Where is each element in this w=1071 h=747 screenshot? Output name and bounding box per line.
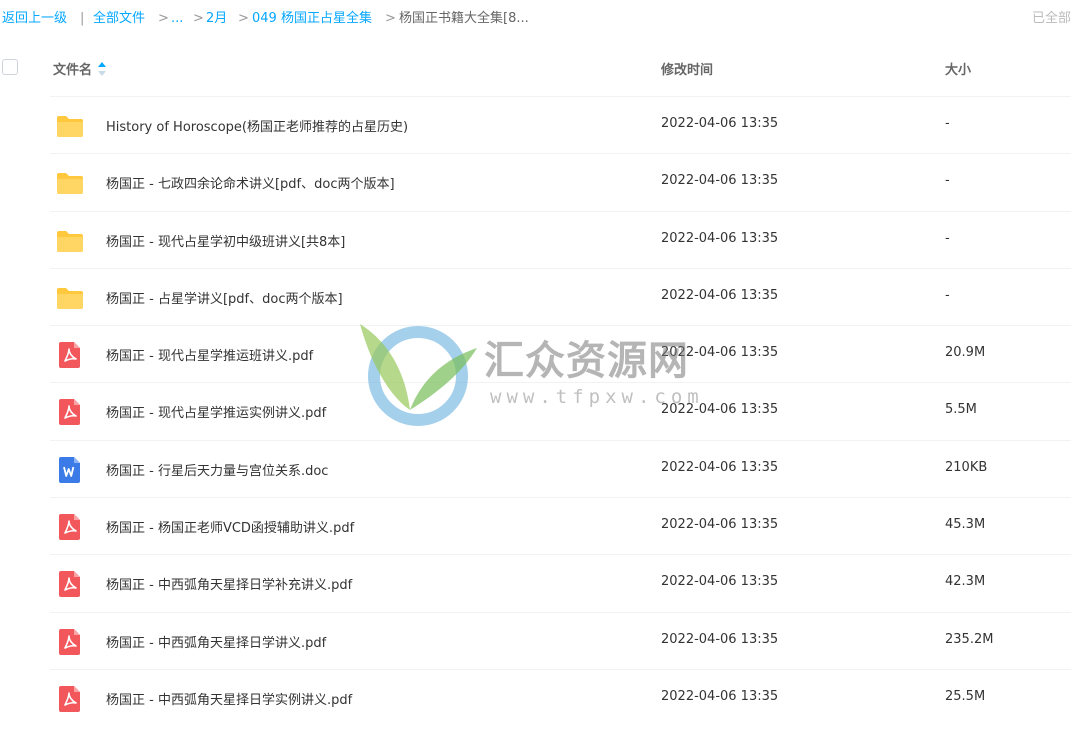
file-name[interactable]: 杨国正 - 中西弧角天星择日学实例讲义.pdf — [106, 689, 352, 708]
file-size: 42.3M — [945, 574, 986, 590]
time-column-header[interactable]: 修改时间 — [661, 59, 713, 78]
doc-icon — [56, 456, 84, 484]
table-header: 文件名 修改时间 大小 — [0, 50, 1071, 86]
modified-time: 2022-04-06 13:35 — [661, 631, 779, 647]
file-size: - — [945, 173, 950, 189]
breadcrumb-divider: | — [80, 11, 85, 26]
selected-count: 已全部 — [1031, 11, 1071, 26]
file-size: 5.5M — [945, 402, 977, 418]
breadcrumb-arrow: > — [238, 11, 249, 26]
breadcrumb-month[interactable]: 2月 — [206, 9, 227, 29]
breadcrumb-all-files[interactable]: 全部文件 — [93, 9, 145, 29]
back-link[interactable]: 返回上一级 — [2, 9, 67, 29]
file-size: - — [945, 287, 950, 303]
modified-time: 2022-04-06 13:35 — [661, 345, 779, 361]
pdf-icon — [56, 513, 84, 541]
file-name[interactable]: 杨国正 - 现代占星学初中级班讲义[共8本] — [106, 231, 345, 250]
name-column-header[interactable]: 文件名 — [53, 59, 107, 78]
sort-icon[interactable] — [98, 61, 107, 76]
table-row[interactable]: 杨国正 - 七政四余论命术讲义[pdf、doc两个版本] 2022-04-06 1… — [50, 153, 1071, 210]
folder-icon — [56, 112, 84, 140]
folder-icon — [56, 227, 84, 255]
breadcrumb-arrow: > — [385, 11, 396, 26]
modified-time: 2022-04-06 13:35 — [661, 116, 779, 131]
modified-time: 2022-04-06 13:35 — [661, 574, 779, 590]
table-row[interactable]: 杨国正 - 现代占星学初中级班讲义[共8本] 2022-04-06 13:35 - — [50, 210, 1071, 268]
folder-icon — [56, 169, 84, 197]
table-row[interactable]: 杨国正 - 占星学讲义[pdf、doc两个版本] 2022-04-06 13:35… — [50, 267, 1071, 325]
modified-time: 2022-04-06 13:35 — [661, 402, 779, 418]
breadcrumb-ellipsis[interactable]: ... — [171, 9, 183, 29]
pdf-icon — [56, 685, 84, 713]
file-name[interactable]: 杨国正 - 七政四余论命术讲义[pdf、doc两个版本] — [106, 173, 395, 192]
file-size: 25.5M — [945, 688, 986, 704]
file-size: 210KB — [945, 459, 988, 475]
pdf-icon — [56, 398, 84, 426]
breadcrumb-current: 杨国正书籍大全集[8... — [399, 11, 529, 26]
modified-time: 2022-04-06 13:35 — [661, 459, 779, 475]
file-name[interactable]: History of Horoscope(杨国正老师推荐的占星历史) — [106, 116, 408, 135]
pdf-icon — [56, 341, 84, 369]
table-row[interactable]: 杨国正 - 杨国正老师VCD函授辅助讲义.pdf 2022-04-06 13:35… — [50, 497, 1071, 554]
file-name[interactable]: 杨国正 - 现代占星学推运班讲义.pdf — [106, 345, 313, 364]
table-row[interactable]: 杨国正 - 中西弧角天星择日学讲义.pdf 2022-04-06 13:35 235… — [50, 611, 1071, 669]
table-row[interactable]: 杨国正 - 中西弧角天星择日学实例讲义.pdf 2022-04-06 13:35 2… — [50, 668, 1071, 726]
size-column-header[interactable]: 大小 — [945, 59, 971, 78]
breadcrumb-arrow: > — [193, 11, 204, 26]
table-row[interactable]: 杨国正 - 现代占星学推运实例讲义.pdf 2022-04-06 13:35 5.5… — [50, 382, 1071, 439]
file-size: - — [945, 230, 950, 246]
file-size: 20.9M — [945, 345, 986, 361]
breadcrumb: 返回上一级 | 全部文件 > ... > 2月 > 049 杨国正占星全集 > … — [0, 9, 1071, 29]
table-row[interactable]: 杨国正 - 中西弧角天星择日学补充讲义.pdf 2022-04-06 13:35 4… — [50, 554, 1071, 611]
file-name[interactable]: 杨国正 - 现代占星学推运实例讲义.pdf — [106, 402, 326, 421]
table-row[interactable]: History of Horoscope(杨国正老师推荐的占星历史) 2022-0… — [50, 96, 1071, 153]
select-all-checkbox[interactable] — [2, 59, 18, 75]
file-name[interactable]: 杨国正 - 中西弧角天星择日学讲义.pdf — [106, 632, 326, 651]
breadcrumb-collection[interactable]: 049 杨国正占星全集 — [252, 9, 372, 29]
table-row[interactable]: 杨国正 - 行星后天力量与宫位关系.doc 2022-04-06 13:35 210… — [50, 439, 1071, 497]
folder-icon — [56, 284, 84, 312]
modified-time: 2022-04-06 13:35 — [661, 173, 779, 189]
file-name[interactable]: 杨国正 - 中西弧角天星择日学补充讲义.pdf — [106, 574, 352, 593]
pdf-icon — [56, 628, 84, 656]
modified-time: 2022-04-06 13:35 — [661, 287, 779, 303]
file-name[interactable]: 杨国正 - 占星学讲义[pdf、doc两个版本] — [106, 288, 343, 307]
modified-time: 2022-04-06 13:35 — [661, 230, 779, 246]
breadcrumb-arrow: > — [158, 11, 169, 26]
name-column-label: 文件名 — [53, 63, 93, 78]
file-size: - — [945, 116, 950, 131]
file-size: 45.3M — [945, 517, 986, 533]
modified-time: 2022-04-06 13:35 — [661, 688, 779, 704]
modified-time: 2022-04-06 13:35 — [661, 517, 779, 533]
file-name[interactable]: 杨国正 - 杨国正老师VCD函授辅助讲义.pdf — [106, 517, 354, 536]
table-row[interactable]: 杨国正 - 现代占星学推运班讲义.pdf 2022-04-06 13:35 20.9… — [50, 325, 1071, 382]
pdf-icon — [56, 570, 84, 598]
file-name[interactable]: 杨国正 - 行星后天力量与宫位关系.doc — [106, 460, 328, 479]
file-size: 235.2M — [945, 631, 994, 647]
file-list: History of Horoscope(杨国正老师推荐的占星历史) 2022-0… — [50, 96, 1071, 726]
